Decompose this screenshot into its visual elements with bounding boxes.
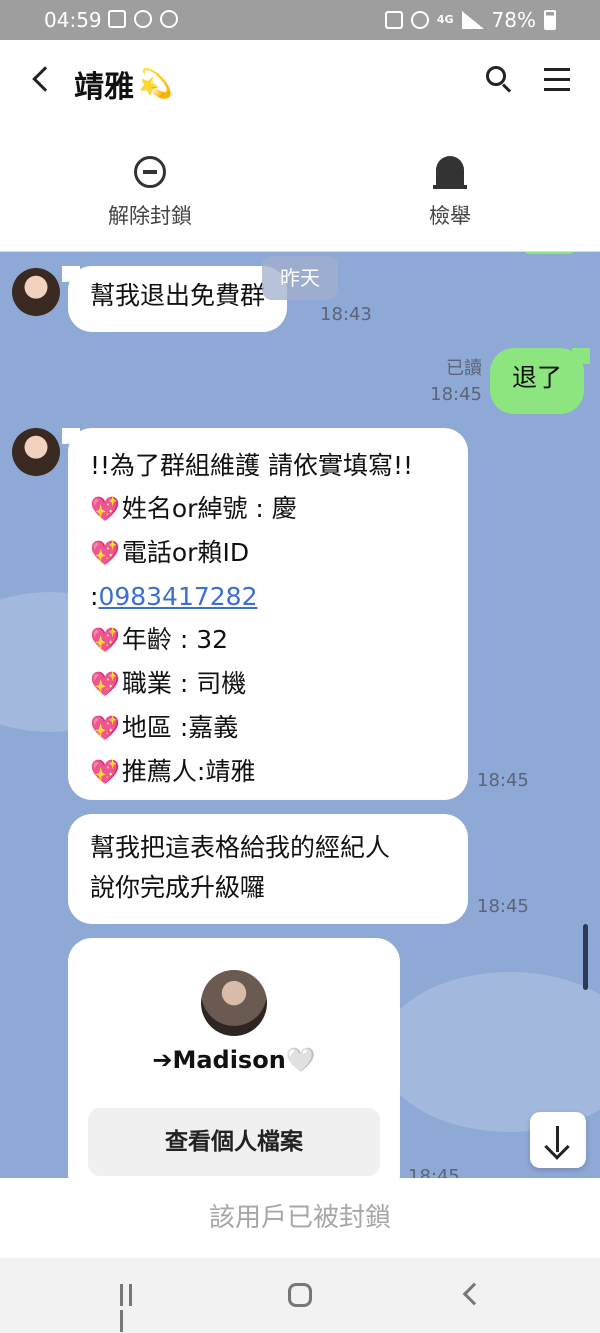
report-icon-wrap <box>375 154 525 194</box>
scrollbar[interactable] <box>583 924 588 990</box>
scroll-to-bottom-button[interactable] <box>530 1112 586 1168</box>
report-button[interactable]: 檢舉 <box>375 154 525 230</box>
gallery-icon <box>108 10 126 28</box>
message-line: 幫我把這表格給我的經紀人 <box>90 833 391 862</box>
message-time: 18:45 <box>477 770 529 791</box>
status-right-icons: 4G 78% <box>384 8 556 32</box>
field-text: 電話or賴ID <box>121 538 250 567</box>
recent-apps-line <box>120 1310 123 1332</box>
home-button[interactable] <box>288 1283 312 1307</box>
chat-area[interactable]: 幫我退出免費群 昨天 18:43 已讀 18:45 退了 !!為了群組維護 請依… <box>0 252 600 1178</box>
form-field-name: 💖姓名or綽號 : 慶 <box>90 487 446 531</box>
message-bubble[interactable]: 幫我把這表格給我的經紀人 說你完成升級囉 <box>68 814 468 924</box>
heart-emoji: 💖 <box>90 495 120 523</box>
recent-apps-icon <box>120 1284 123 1306</box>
status-time: 04:59 <box>44 8 102 32</box>
alarm-icon <box>134 10 152 28</box>
alarm-status-icon <box>410 11 429 29</box>
profile-card-name: ➔Madison🤍 <box>152 1046 316 1074</box>
message-time: 18:43 <box>320 304 372 325</box>
pinwheel-icon <box>160 10 178 28</box>
status-left-icons <box>108 10 178 28</box>
heart-emoji: 💖 <box>90 670 120 698</box>
lock-icon <box>384 11 403 29</box>
message-line: 說你完成升級囉 <box>90 873 266 902</box>
hamburger-line <box>544 88 570 91</box>
message-bubble[interactable]: !!為了群組維護 請依實填寫!! 💖姓名or綽號 : 慶 💖電話or賴ID :0… <box>62 428 468 800</box>
form-field-phone: 💖電話or賴ID <box>90 531 446 575</box>
heart-emoji: 💖 <box>90 539 120 567</box>
heart-emoji: 💖 <box>90 626 120 654</box>
signal-icon <box>461 11 484 29</box>
unblock-label: 解除封鎖 <box>108 204 192 228</box>
hamburger-line <box>544 78 570 81</box>
message-time: 18:45 <box>477 896 529 917</box>
contact-avatar[interactable] <box>12 428 60 476</box>
recent-apps-line <box>129 1284 132 1306</box>
chat-title: 靖雅 <box>74 70 134 105</box>
sent-message-bubble[interactable]: 退了 <box>490 348 591 414</box>
message-text: 幫我退出免費群 <box>90 281 266 310</box>
arrow-down-icon-head <box>544 1134 570 1160</box>
search-button[interactable] <box>484 64 514 94</box>
status-bar: 04:59 4G 78% <box>0 0 600 40</box>
minus-circle-icon <box>134 156 166 188</box>
field-text: 職業 : 司機 <box>121 669 247 698</box>
field-text: 姓名or綽號 : 慶 <box>121 494 297 523</box>
partial-sent-bubble <box>522 252 576 254</box>
report-label: 檢舉 <box>429 204 471 228</box>
form-field-region: 💖地區 :嘉義 <box>90 706 446 750</box>
system-back-button[interactable] <box>462 1282 486 1306</box>
block-action-bar: 解除封鎖 檢舉 <box>0 120 600 252</box>
form-heading: !!為了群組維護 請依實填寫!! <box>90 451 414 480</box>
chevron-left-icon <box>32 66 58 92</box>
form-field-referrer: 💖推薦人:靖雅 <box>90 750 446 794</box>
chat-title-wrap: 靖雅 💫 <box>74 62 173 106</box>
background-cloud <box>380 972 600 1132</box>
search-icon-handle <box>501 83 512 93</box>
read-receipt: 已讀 <box>446 358 482 379</box>
form-field-phone-value: :0983417282 <box>90 575 446 618</box>
recent-apps-button[interactable] <box>120 1284 146 1332</box>
battery-icon <box>544 10 556 30</box>
field-text: 地區 :嘉義 <box>121 713 239 742</box>
message-time: 18:45 <box>430 384 482 405</box>
message-time: 18:45 <box>408 1166 460 1178</box>
message-bubble[interactable]: 幫我退出免費群 <box>61 266 288 332</box>
profile-card-avatar <box>201 970 267 1036</box>
hamburger-icon <box>544 68 570 71</box>
dizzy-star-emoji: 💫 <box>138 67 173 100</box>
blocked-notice: 該用戶已被封鎖 <box>0 1178 600 1258</box>
report-siren-icon <box>433 156 467 189</box>
view-profile-button[interactable]: 查看個人檔案 <box>88 1108 380 1176</box>
menu-button[interactable] <box>544 68 570 92</box>
chat-header: 靖雅 💫 <box>0 40 600 120</box>
date-pill: 昨天 <box>262 256 338 300</box>
phone-link[interactable]: 0983417282 <box>98 582 257 611</box>
battery-percent: 78% <box>491 8 536 32</box>
back-button[interactable] <box>26 60 58 100</box>
contact-avatar[interactable] <box>12 268 60 316</box>
form-field-job: 💖職業 : 司機 <box>90 662 446 706</box>
heart-emoji: 💖 <box>90 714 120 742</box>
unblock-button[interactable]: 解除封鎖 <box>75 154 225 230</box>
field-text: 推薦人:靖雅 <box>121 757 256 786</box>
system-nav-bar <box>0 1258 600 1333</box>
heart-emoji: 💖 <box>90 758 120 786</box>
message-text: 退了 <box>512 363 563 392</box>
profile-card[interactable]: ➔Madison🤍 查看個人檔案 <box>68 938 400 1178</box>
unblock-icon-wrap <box>75 154 225 194</box>
network-type: 4G <box>436 13 454 26</box>
form-field-age: 💖年齡 : 32 <box>90 618 446 662</box>
field-text: 年齡 : 32 <box>121 625 229 654</box>
